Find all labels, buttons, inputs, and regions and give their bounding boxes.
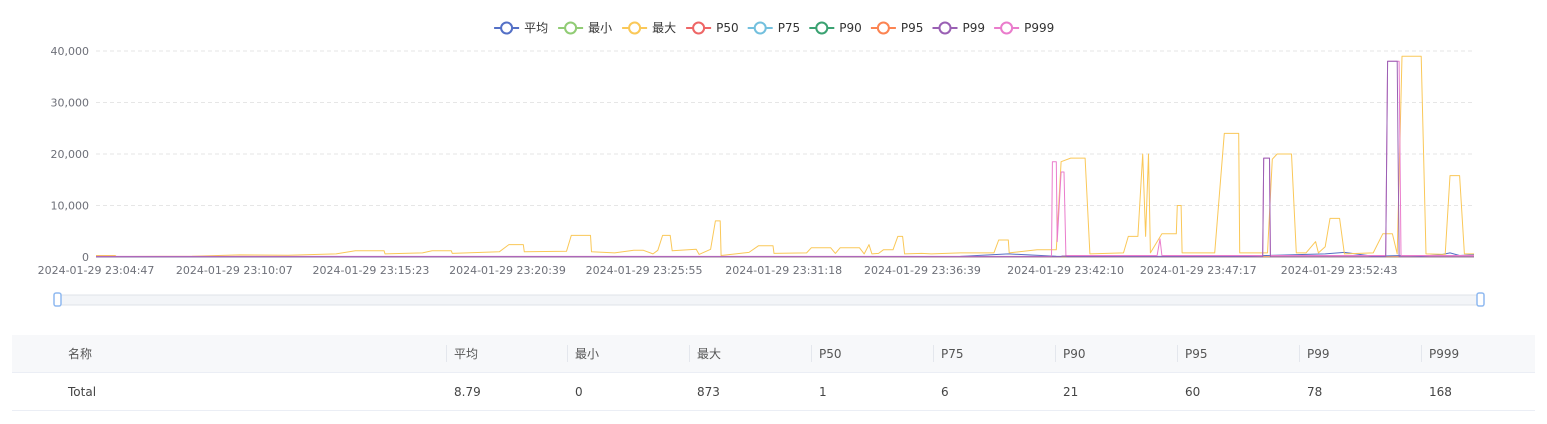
legend-label: 平均: [524, 21, 548, 35]
cell-p90: 21: [1055, 372, 1177, 411]
cell-p99: 78: [1299, 372, 1421, 411]
column-header-p75[interactable]: P75: [933, 335, 1055, 373]
table-row: Total 8.79 0 873 1 6 21 60 78 168: [12, 372, 1535, 411]
legend-item-6[interactable]: P95: [870, 21, 924, 35]
cell-name: Total: [12, 372, 446, 411]
x-axis: 2024-01-29 23:04:47 2024-01-29 23:10:07 20…: [38, 256, 1474, 277]
x-tick-label: 2024-01-29 23:20:39: [449, 264, 566, 277]
y-axis: 40,000 30,000 20,000 10,000 0: [51, 45, 90, 264]
legend-circle-icon: [500, 21, 514, 35]
cell-p75: 6: [933, 372, 1055, 411]
cell-max: 873: [689, 372, 811, 411]
legend-item-8[interactable]: P999: [994, 21, 1054, 35]
legend-label: P50: [716, 21, 739, 35]
legend-label: P95: [901, 21, 924, 35]
cell-p95: 60: [1177, 372, 1299, 411]
legend-item-3[interactable]: P50: [686, 21, 739, 35]
y-tick-label: 30,000: [51, 97, 90, 110]
legend-circle-icon: [628, 21, 642, 35]
x-tick-label: 2024-01-29 23:04:47: [38, 264, 155, 277]
legend-label: P75: [778, 21, 801, 35]
cell-p999: 168: [1421, 372, 1535, 411]
legend-circle-icon: [1000, 21, 1014, 35]
x-tick-label: 2024-01-29 23:31:18: [725, 264, 842, 277]
legend-item-4[interactable]: P75: [747, 21, 801, 35]
legend-item-1[interactable]: 最小: [558, 21, 612, 35]
x-tick-label: 2024-01-29 23:15:23: [312, 264, 429, 277]
legend-item-2[interactable]: 最大: [622, 21, 676, 35]
column-header-avg[interactable]: 平均: [446, 335, 567, 373]
legend-label: 最小: [588, 21, 612, 35]
chart-legend[interactable]: 平均 最小 最大 P50 P75 P90 P95 P99 P999: [494, 21, 1054, 35]
x-tick-label: 2024-01-29 23:10:07: [176, 264, 293, 277]
data-zoom-slider[interactable]: [53, 292, 1485, 307]
data-zoom-handle-right[interactable]: [1476, 292, 1485, 307]
series-line-8: [96, 60, 1474, 257]
x-tick-label: 2024-01-29 23:25:55: [586, 264, 703, 277]
data-zoom-track[interactable]: [56, 294, 1482, 306]
x-tick-label: 2024-01-29 23:47:17: [1140, 264, 1257, 277]
column-header-p999[interactable]: P999: [1421, 335, 1535, 373]
cell-p50: 1: [811, 372, 933, 411]
x-tick-label: 2024-01-29 23:36:39: [864, 264, 981, 277]
legend-item-7[interactable]: P99: [932, 21, 986, 35]
chart-series: [96, 55, 1475, 258]
table-header-row: 名称 平均 最小 最大 P50 P75 P90 P95 P99 P999: [12, 335, 1535, 373]
legend-label: 最大: [652, 21, 676, 35]
y-tick-label: 40,000: [51, 45, 90, 58]
y-tick-label: 10,000: [51, 200, 90, 213]
y-tick-label: 0: [82, 251, 89, 264]
x-tick-label: 2024-01-29 23:42:10: [1007, 264, 1124, 277]
column-header-max[interactable]: 最大: [689, 335, 811, 373]
latency-line-chart: 平均 最小 最大 P50 P75 P90 P95 P99 P999 40,000 30,000 20…: [38, 21, 1485, 307]
legend-label: P999: [1024, 21, 1054, 35]
series-line-7: [96, 60, 1474, 258]
legend-item-0[interactable]: 平均: [494, 21, 548, 35]
legend-circle-icon: [753, 21, 767, 35]
column-header-p50[interactable]: P50: [811, 335, 933, 373]
chart-grid: [96, 50, 1474, 206]
legend-item-5[interactable]: P90: [809, 21, 862, 35]
legend-circle-icon: [564, 21, 578, 35]
legend-circle-icon: [938, 21, 952, 35]
column-header-p95[interactable]: P95: [1177, 335, 1299, 373]
column-header-name[interactable]: 名称: [12, 335, 446, 373]
column-header-p90[interactable]: P90: [1055, 335, 1177, 373]
stats-table: 名称 平均 最小 最大 P50 P75 P90 P95 P99 P999 Tot…: [12, 335, 1535, 411]
y-tick-label: 20,000: [51, 148, 90, 161]
series-line-2: [96, 55, 1474, 257]
cell-min: 0: [567, 372, 689, 411]
legend-circle-icon: [815, 21, 829, 35]
legend-circle-icon: [876, 21, 890, 35]
cell-avg: 8.79: [446, 372, 567, 411]
legend-label: P90: [839, 21, 862, 35]
column-header-p99[interactable]: P99: [1299, 335, 1421, 373]
column-header-min[interactable]: 最小: [567, 335, 689, 373]
data-zoom-handle-left[interactable]: [53, 292, 62, 307]
legend-circle-icon: [692, 21, 706, 35]
legend-label: P99: [963, 21, 986, 35]
x-tick-label: 2024-01-29 23:52:43: [1281, 264, 1398, 277]
